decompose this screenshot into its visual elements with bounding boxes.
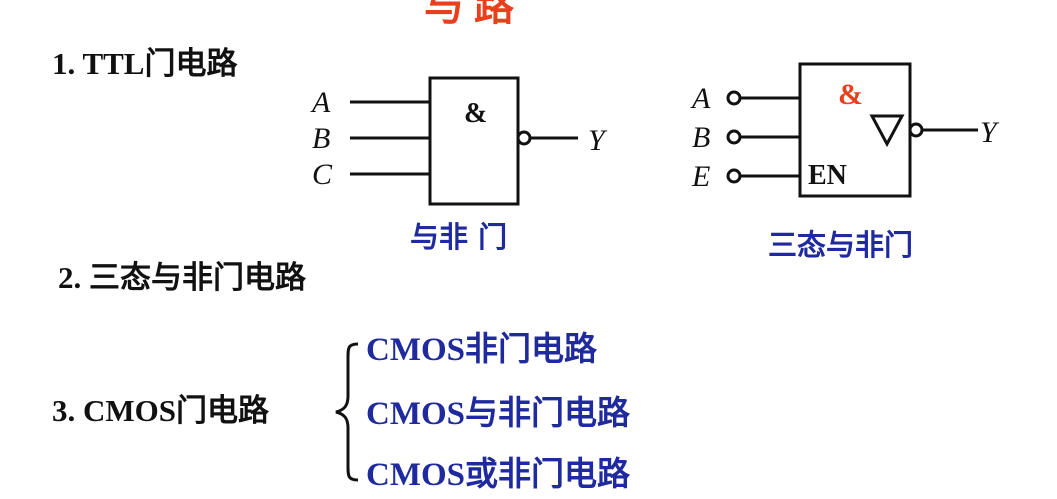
- nand-output-label: Y: [588, 124, 608, 157]
- tristate-input-a-bubble: [726, 90, 742, 106]
- tristate-input-a-label: A: [690, 82, 711, 115]
- section-2-heading: 2. 三态与非门电路: [58, 260, 306, 295]
- tristate-input-b-label: B: [692, 121, 710, 154]
- nand-and-symbol: &: [464, 98, 487, 129]
- tristate-input-e-label: E: [691, 160, 710, 193]
- slide-title-fragment: 与 路: [424, 0, 514, 29]
- nand-gate-caption: 与非 门: [410, 220, 508, 254]
- slide: 与 路 1. TTL门电路 2. 三态与非门电路 3. CMOS门电路 CMOS…: [0, 0, 1057, 499]
- tristate-gate-caption: 三态与非门: [768, 228, 914, 262]
- tristate-input-b-bubble: [726, 129, 742, 145]
- tristate-output-label: Y: [980, 116, 1000, 149]
- curly-brace: [335, 342, 359, 482]
- nand-input-c-label: C: [312, 158, 333, 191]
- nand-gate-diagram: A B C Y &: [310, 76, 608, 206]
- nand-input-a-label: A: [310, 86, 331, 119]
- nand-output-bubble: [516, 130, 532, 146]
- cmos-item-nor: CMOS或非门电路: [366, 457, 630, 493]
- tristate-input-e-bubble: [726, 168, 742, 184]
- cmos-item-nand: CMOS与非门电路: [366, 396, 630, 432]
- cmos-item-not: CMOS非门电路: [366, 332, 597, 368]
- tristate-nand-diagram: A B E Y & EN: [690, 62, 1000, 198]
- section-3-heading: 3. CMOS门电路: [52, 393, 269, 428]
- section-1-heading: 1. TTL门电路: [52, 46, 238, 81]
- nand-gate-body: [428, 76, 520, 206]
- tristate-output-bubble: [908, 122, 924, 138]
- tristate-and-symbol: &: [838, 78, 863, 111]
- tristate-buffer-triangle: [869, 114, 905, 148]
- nand-input-b-label: B: [312, 122, 330, 155]
- tristate-enable-label: EN: [808, 160, 847, 191]
